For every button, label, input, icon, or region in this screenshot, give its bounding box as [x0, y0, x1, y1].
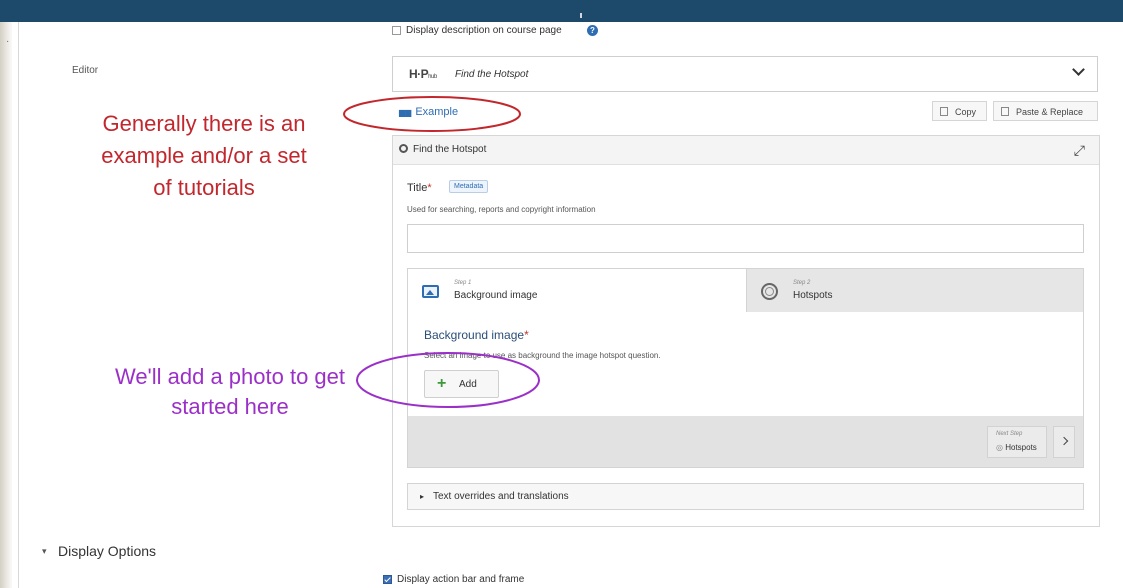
purple-annotation: We'll add a photo to get started here: [114, 364, 346, 419]
caret-down-icon[interactable]: ▾: [42, 546, 47, 557]
add-highlight-ellipse: [356, 352, 540, 408]
red-annotation: Generally there is an example and/or a s…: [101, 111, 307, 200]
action-bar-label: Display action bar and frame: [397, 574, 525, 585]
action-bar-checkbox[interactable]: [383, 575, 392, 584]
display-options-heading[interactable]: Display Options: [58, 543, 156, 559]
annotation-overlay: [343, 96, 540, 408]
example-highlight-ellipse: [343, 96, 521, 132]
